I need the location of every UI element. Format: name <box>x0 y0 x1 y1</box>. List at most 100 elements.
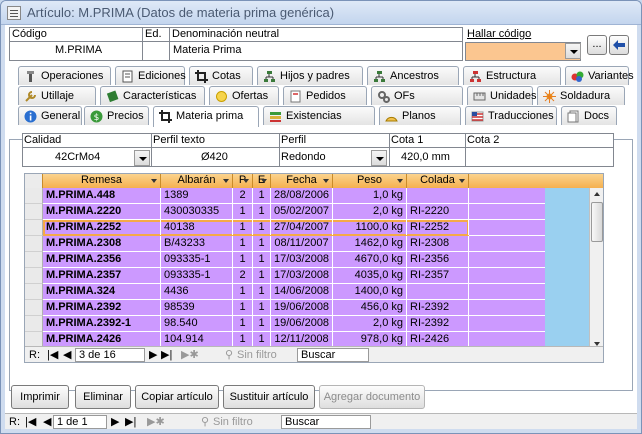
tab-pedidos[interactable]: Pedidos <box>283 86 367 105</box>
cota1-field[interactable]: 420,0 mm <box>401 151 450 163</box>
grid-col-fecha[interactable]: Fecha <box>271 174 333 188</box>
grid-col-p[interactable]: P <box>233 174 253 188</box>
sort-dropdown-icon[interactable] <box>459 179 465 183</box>
scroll-thumb[interactable] <box>591 202 603 242</box>
row-selector[interactable] <box>25 316 43 332</box>
tab-estructura[interactable]: Estructura <box>463 66 561 85</box>
copiar-articulo-button[interactable]: Copiar artículo <box>135 385 219 409</box>
table-row[interactable]: M.PRIMA.2392-1 98.540 1 1 19/06/2008 2,0 kg RI… <box>43 316 469 332</box>
perfil-field[interactable]: Redondo <box>281 151 326 163</box>
tab-traducciones[interactable]: Traducciones <box>465 106 557 125</box>
grid-col-e[interactable]: E <box>253 174 271 188</box>
tab-planos[interactable]: Planos <box>379 106 461 125</box>
cell-remesa: M.PRIMA.2426 <box>43 332 161 347</box>
tab-utillaje[interactable]: Utillaje <box>18 86 96 105</box>
table-row[interactable]: M.PRIMA.2252 40138 1 1 27/04/2007 1100,0 kg RI… <box>43 220 469 236</box>
tab-operaciones[interactable]: Operaciones <box>18 66 111 85</box>
grid-col-albarán[interactable]: Albarán <box>161 174 233 188</box>
grid-next-record-icon[interactable]: ▶ <box>149 348 157 362</box>
sort-dropdown-icon[interactable] <box>261 179 267 183</box>
row-selector[interactable] <box>25 204 43 220</box>
eliminar-button[interactable]: Eliminar <box>75 385 131 409</box>
grid-vertical-scrollbar[interactable] <box>589 188 603 350</box>
tab-ediciones[interactable]: Ediciones <box>115 66 186 85</box>
form-next-record-icon[interactable]: ▶ <box>111 415 119 429</box>
row-selector[interactable] <box>25 236 43 252</box>
tab-precios[interactable]: $ Precios <box>84 106 149 125</box>
ellipsis-button[interactable]: ... <box>587 35 607 55</box>
table-row[interactable]: M.PRIMA.2308 B/43233 1 1 08/11/2007 1462,0 kg… <box>43 236 469 252</box>
sort-dropdown-icon[interactable] <box>151 179 157 183</box>
row-selector[interactable] <box>25 220 43 236</box>
grid-col-colada[interactable]: Colada <box>407 174 469 188</box>
tab-materia-prima[interactable]: Materia prima <box>153 106 259 127</box>
row-filler <box>469 252 545 268</box>
grid-filter-icon[interactable]: ⚲ <box>225 348 233 362</box>
hallar-dropdown-button[interactable] <box>565 43 581 59</box>
denominacion-field[interactable]: Materia Prima <box>173 44 241 56</box>
tab-label: Existencias <box>286 110 342 122</box>
sort-dropdown-icon[interactable] <box>243 179 249 183</box>
calidad-dropdown-button[interactable] <box>134 150 150 166</box>
cell-fecha: 05/02/2007 <box>271 204 333 219</box>
cell-peso: 2,0 kg <box>333 204 407 219</box>
grid-col-peso[interactable]: Peso <box>333 174 407 188</box>
row-selector[interactable] <box>25 284 43 300</box>
form-first-record-icon[interactable]: |◀ <box>25 415 36 429</box>
row-selector[interactable] <box>25 188 43 204</box>
calidad-field[interactable]: 42CrMo4 <box>55 151 100 163</box>
tab-unidades[interactable]: Unidades <box>467 86 536 105</box>
tab-docs[interactable]: Docs <box>561 106 617 125</box>
form-last-record-icon[interactable]: ▶| <box>125 415 136 429</box>
form-record-number[interactable]: 1 de 1 <box>53 415 107 429</box>
grid-col-remesa[interactable]: Remesa <box>43 174 161 188</box>
scroll-up-icon[interactable] <box>591 188 603 200</box>
tab-existencias[interactable]: Existencias <box>263 106 375 125</box>
grid-new-record-icon[interactable]: ▶✱ <box>181 348 199 362</box>
cell-albaran: 98539 <box>161 300 233 315</box>
grid-filter-status[interactable]: Sin filtro <box>237 348 277 362</box>
book-icon <box>106 90 119 103</box>
form-prev-record-icon[interactable]: ◀ <box>43 415 51 429</box>
sustituir-articulo-button[interactable]: Sustituir artículo <box>223 385 315 409</box>
table-row[interactable]: M.PRIMA.2357 093335-1 2 1 17/03/2008 4035,0 k… <box>43 268 469 284</box>
form-filter-icon[interactable]: ⚲ <box>201 415 209 429</box>
table-row[interactable]: M.PRIMA.324 4436 1 1 14/06/2008 1400,0 kg <box>43 284 469 300</box>
back-button[interactable] <box>609 35 629 55</box>
form-new-record-icon[interactable]: ▶✱ <box>147 415 165 429</box>
row-selector[interactable] <box>25 268 43 284</box>
tab-hijos-y-padres[interactable]: Hijos y padres <box>257 66 363 85</box>
sort-dropdown-icon[interactable] <box>323 179 329 183</box>
hallar-codigo-combo[interactable] <box>465 42 581 61</box>
tab-cotas[interactable]: Cotas <box>189 66 253 85</box>
tab-características[interactable]: Características <box>100 86 205 105</box>
table-row[interactable]: M.PRIMA.2220 430030335 1 1 05/02/2007 2,0 kg R… <box>43 204 469 220</box>
tab-soldadura[interactable]: Soldadura <box>537 86 625 105</box>
perfil-texto-field[interactable]: Ø420 <box>201 151 228 163</box>
table-row[interactable]: M.PRIMA.448 1389 2 1 28/08/2006 1,0 kg <box>43 188 469 204</box>
table-row[interactable]: M.PRIMA.2356 093335-1 1 1 17/03/2008 4670,0 k… <box>43 252 469 268</box>
tab-ofertas[interactable]: Ofertas <box>209 86 279 105</box>
row-selector[interactable] <box>25 300 43 316</box>
row-filler <box>469 236 545 252</box>
grid-first-record-icon[interactable]: |◀ <box>47 348 58 362</box>
cell-albaran: 430030335 <box>161 204 233 219</box>
form-search-field[interactable]: Buscar <box>281 415 371 429</box>
tab-ancestros[interactable]: Ancestros <box>367 66 459 85</box>
tab-variantes[interactable]: Variantes <box>565 66 634 85</box>
form-filter-status[interactable]: Sin filtro <box>213 415 253 429</box>
grid-prev-record-icon[interactable]: ◀ <box>63 348 71 362</box>
tab-general[interactable]: General <box>18 106 82 125</box>
info-icon <box>24 110 37 123</box>
sort-dropdown-icon[interactable] <box>223 179 229 183</box>
perfil-dropdown-button[interactable] <box>371 150 387 166</box>
table-row[interactable]: M.PRIMA.2392 98539 1 1 19/06/2008 456,0 kg RI-… <box>43 300 469 316</box>
grid-search-field[interactable]: Buscar <box>297 348 369 362</box>
tab-ofs[interactable]: OFs <box>371 86 463 105</box>
imprimir-button[interactable]: Imprimir <box>11 385 69 409</box>
sort-dropdown-icon[interactable] <box>397 179 403 183</box>
row-selector[interactable] <box>25 252 43 268</box>
codigo-field[interactable]: M.PRIMA <box>55 44 102 56</box>
grid-record-number[interactable]: 3 de 16 <box>75 348 145 362</box>
grid-last-record-icon[interactable]: ▶| <box>161 348 172 362</box>
